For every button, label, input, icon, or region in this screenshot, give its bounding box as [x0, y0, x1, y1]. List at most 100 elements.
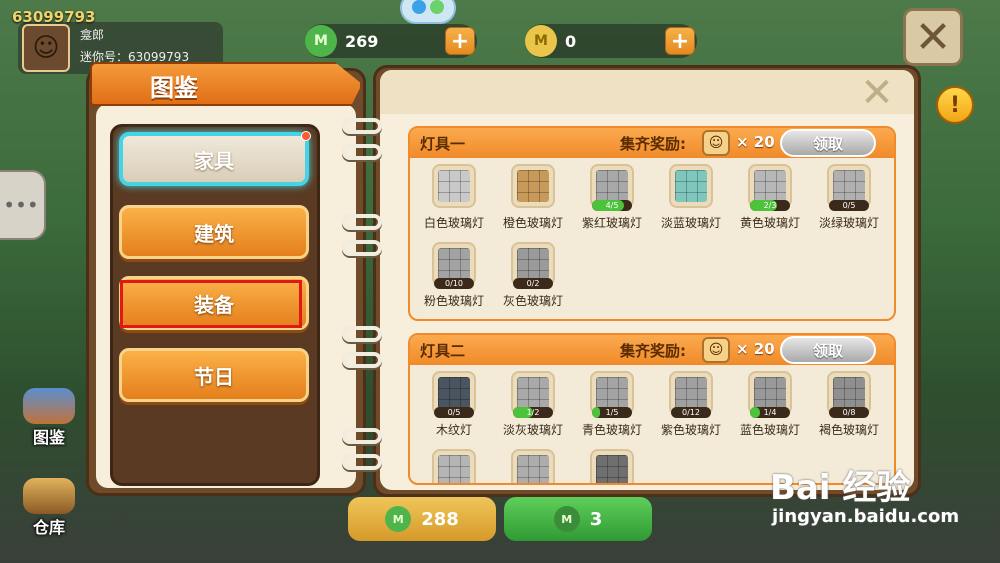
item-progress-bar: 1/4	[750, 407, 790, 418]
collection-item[interactable]: 0/2 灰色玻璃灯	[497, 240, 569, 316]
item-progress: 0/5	[842, 201, 856, 210]
watermark-brand: Bai 经验	[770, 468, 911, 508]
collection-item[interactable]: 0/10 粉色玻璃灯	[418, 240, 490, 316]
item-progress: 1/4	[763, 408, 777, 417]
item-progress-bar: 1/5	[592, 407, 632, 418]
item-progress: 0/2	[526, 279, 540, 288]
binder-ring	[342, 214, 382, 230]
collection-item[interactable]: 橙色玻璃灯	[497, 162, 569, 238]
item-name: 蓝色玻璃灯	[739, 423, 800, 437]
item-progress-bar: 0/2	[513, 278, 553, 289]
collection-item[interactable]: 白色玻璃灯	[418, 162, 490, 238]
gem-icon: M	[385, 506, 412, 532]
binder-ring	[342, 240, 382, 256]
chest-icon	[23, 478, 75, 514]
notification-dot	[301, 131, 311, 141]
reward-icon: ☺	[702, 337, 730, 363]
category-building[interactable]: 建筑	[119, 205, 309, 259]
currency-gold-value: 0	[565, 31, 577, 51]
lamp-cube-icon	[596, 377, 628, 409]
progress-fill	[592, 407, 600, 418]
collection-item[interactable]: 0/8 褐色玻璃灯	[813, 369, 885, 445]
close-icon[interactable]: ✕	[903, 8, 963, 66]
chat-icon[interactable]: •••	[0, 170, 46, 240]
highlight-box	[120, 280, 302, 328]
item-progress-bar: 2/3	[750, 200, 790, 211]
lamp-cube-icon	[517, 455, 549, 483]
collection-item[interactable]: 4/5 紫红玻璃灯	[576, 162, 648, 238]
item-name: 白色玻璃灯	[423, 216, 484, 230]
item-tile	[432, 449, 476, 483]
reward-label: 集齐奖励:	[620, 342, 686, 360]
binder-ring	[342, 144, 382, 160]
item-name: 淡灰玻璃灯	[502, 423, 563, 437]
add-gold-button[interactable]: +	[665, 27, 695, 55]
category-label: 建筑	[194, 221, 234, 246]
lamp-cube-icon	[675, 170, 707, 202]
binder-ring	[342, 118, 382, 134]
lamp-cube-icon	[438, 248, 470, 280]
reward-count: × 20	[736, 340, 775, 358]
item-tile	[590, 449, 634, 483]
item-name: 淡蓝玻璃灯	[660, 216, 721, 230]
bottom-right-button[interactable]: M 3	[504, 497, 652, 541]
avatar[interactable]: ☺	[22, 24, 70, 72]
item-name: 褐色玻璃灯	[818, 423, 879, 437]
item-name: 灰色玻璃灯	[502, 294, 563, 308]
section-header: 灯具一 集齐奖励: ☺ × 20 领取	[410, 128, 894, 158]
close-icon[interactable]: ✕	[858, 70, 896, 116]
lamp-cube-icon	[517, 248, 549, 280]
lamp-cube-icon	[438, 377, 470, 409]
item-progress: 0/12	[682, 408, 700, 417]
reward-count: × 20	[736, 133, 775, 151]
item-progress: 1/2	[526, 408, 540, 417]
handbook-button[interactable]: 图鉴	[14, 388, 84, 448]
collection-item[interactable]	[497, 447, 569, 483]
add-green-button[interactable]: +	[445, 27, 475, 55]
item-tile	[511, 449, 555, 483]
bottom-left-button[interactable]: M 288	[348, 497, 496, 541]
claim-button[interactable]: 领取	[780, 336, 876, 364]
item-name: 紫色玻璃灯	[660, 423, 721, 437]
category-festival[interactable]: 节日	[119, 348, 309, 402]
item-name: 青色玻璃灯	[581, 423, 642, 437]
alert-icon[interactable]: !	[936, 86, 974, 124]
collection-item[interactable]: 0/5 淡绿玻璃灯	[813, 162, 885, 238]
collection-item[interactable]	[576, 447, 648, 483]
claim-button[interactable]: 领取	[780, 129, 876, 157]
collection-item[interactable]: 1/2 淡灰玻璃灯	[497, 369, 569, 445]
lamp-cube-icon	[833, 377, 865, 409]
currency-gold: M 0 +	[525, 24, 697, 58]
item-progress-bar: 1/2	[513, 407, 553, 418]
item-progress: 4/5	[605, 201, 619, 210]
category-furniture[interactable]: 家具	[119, 132, 309, 186]
category-label: 节日	[194, 364, 234, 389]
collection-item[interactable]: 淡蓝玻璃灯	[655, 162, 727, 238]
lamp-cube-icon	[596, 455, 628, 483]
category-label: 家具	[194, 148, 234, 173]
lamp-cube-icon	[833, 170, 865, 202]
gem-icon: M	[305, 25, 337, 57]
item-progress-bar: 0/5	[434, 407, 474, 418]
page-title: 图鉴	[150, 74, 198, 102]
lamp-cube-icon	[754, 377, 786, 409]
lamp-cube-icon	[754, 170, 786, 202]
item-tile	[511, 164, 555, 208]
warehouse-button[interactable]: 仓库	[14, 478, 84, 538]
collection-item[interactable]: 0/5 木纹灯	[418, 369, 490, 445]
collection-item[interactable]: 1/4 蓝色玻璃灯	[734, 369, 806, 445]
item-name: 橙色玻璃灯	[502, 216, 563, 230]
collection-item[interactable]: 2/3 黄色玻璃灯	[734, 162, 806, 238]
item-progress: 2/3	[763, 201, 777, 210]
lamp-cube-icon	[675, 377, 707, 409]
item-name: 淡绿玻璃灯	[818, 216, 879, 230]
item-progress: 0/5	[447, 408, 461, 417]
binder-ring	[342, 454, 382, 470]
collection-section-2: 灯具二 集齐奖励: ☺ × 20 领取 0/5 木纹灯 1/2 淡灰玻璃灯 1/5 青色玻…	[408, 333, 896, 485]
item-name: 粉色玻璃灯	[423, 294, 484, 308]
bean-icon	[400, 0, 456, 24]
collection-item[interactable]	[418, 447, 490, 483]
title-banner	[90, 62, 362, 106]
collection-item[interactable]: 1/5 青色玻璃灯	[576, 369, 648, 445]
collection-item[interactable]: 0/12 紫色玻璃灯	[655, 369, 727, 445]
